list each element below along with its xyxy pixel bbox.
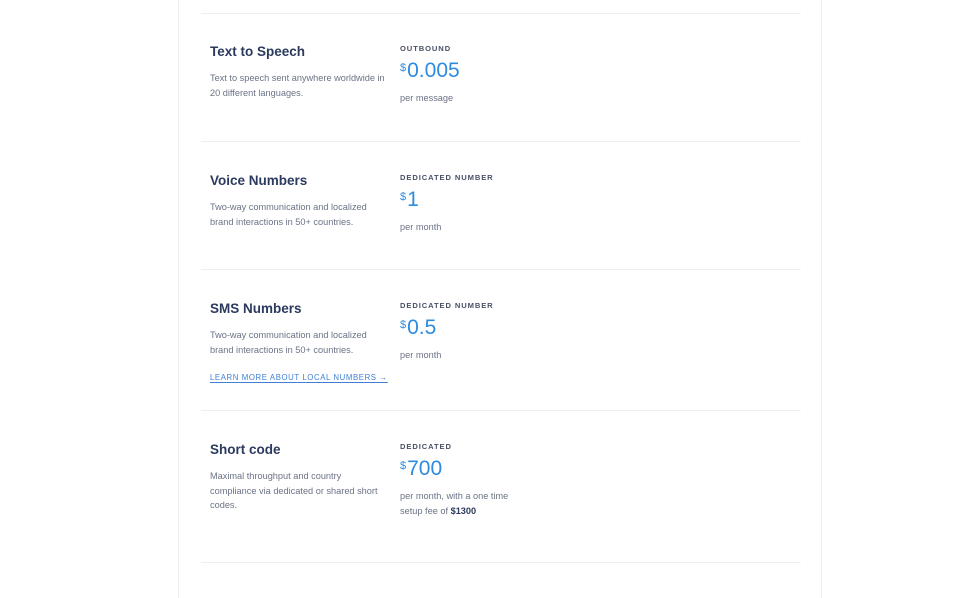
price: $0.5 [400,314,436,342]
price-unit: per message [400,93,454,103]
setup-fee: $1300 [450,506,477,516]
divider [201,269,801,270]
price-amount: 1 [407,188,419,211]
price-unit: per month [400,350,442,360]
learn-more-local-numbers-link[interactable]: LEARN MORE ABOUT LOCAL NUMBERS → [210,373,388,382]
product-name: Voice Numbers [210,173,308,188]
price-amount: 700 [407,457,443,480]
divider [201,562,801,563]
price-label: DEDICATED NUMBER [400,301,494,310]
price-amount: 0.005 [407,59,460,82]
currency-symbol: $ [400,460,407,472]
product-description: Maximal throughput and country complianc… [210,471,378,510]
divider [201,141,801,142]
product-name: Text to Speech [210,44,306,59]
product-name: SMS Numbers [210,301,302,316]
divider [201,410,801,411]
product-description: Text to speech sent anywhere worldwide i… [210,73,385,98]
price-amount: 0.5 [407,316,437,339]
price-label: DEDICATED NUMBER [400,173,494,182]
currency-symbol: $ [400,191,407,203]
currency-symbol: $ [400,62,407,74]
price: $1 [400,186,419,214]
price-unit: per month [400,222,442,232]
price-label: DEDICATED [400,442,452,451]
price: $700 [400,455,442,483]
price-unit: per month, with a one time setup fee of … [400,489,525,519]
product-description: Two-way communication and localized bran… [210,330,367,355]
product-name: Short code [210,442,281,457]
price-label: OUTBOUND [400,44,452,53]
currency-symbol: $ [400,319,407,331]
divider [201,13,801,14]
price: $0.005 [400,57,460,85]
product-description: Two-way communication and localized bran… [210,202,367,227]
pricing-card: Text to Speech Text to speech sent anywh… [178,0,822,598]
